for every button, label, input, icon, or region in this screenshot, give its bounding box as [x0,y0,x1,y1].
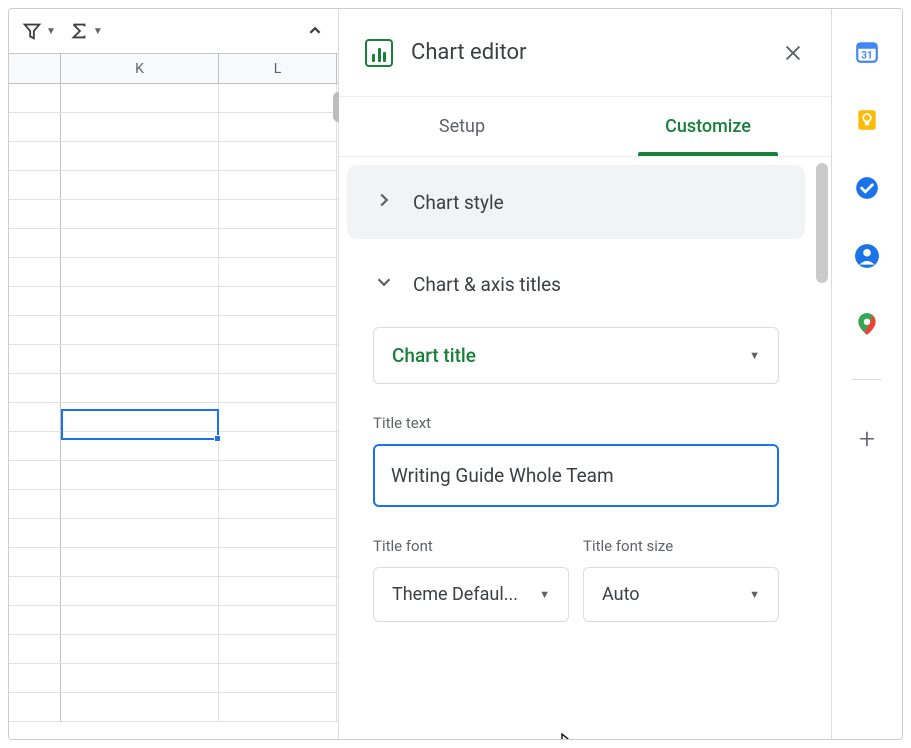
contacts-icon [854,243,880,269]
title-font-dropdown[interactable]: Theme Defaul... ▼ [373,567,569,622]
editor-header: Chart editor [339,9,831,97]
editor-body: Chart style Chart & axis titles Chart ti… [339,157,831,739]
chevron-down-icon [304,20,326,42]
column-header-k[interactable]: K [61,54,219,83]
dropdown-caret-icon: ▼ [93,26,103,37]
column-headers: K L [9,54,338,84]
calendar-icon: 31 [854,39,880,65]
title-selector-dropdown[interactable]: Chart title ▼ [373,327,779,384]
mouse-cursor-icon [561,733,579,739]
filter-button[interactable]: ▼ [19,16,58,46]
dropdown-value: Theme Defaul... [392,584,518,605]
title-text-label: Title text [373,414,779,432]
chart-editor-icon [365,39,393,67]
chevron-down-icon [373,271,395,297]
functions-button[interactable]: ▼ [66,16,105,46]
maps-icon [854,311,880,337]
section-header-chart-axis[interactable]: Chart & axis titles [373,271,779,297]
toolbar: ▼ ▼ [9,9,338,54]
title-font-label: Title font [373,537,569,555]
tab-setup[interactable]: Setup [339,97,585,156]
editor-scrollbar[interactable] [816,163,828,283]
spreadsheet-area: ▼ ▼ K L [9,9,339,739]
dropdown-value: Chart title [392,344,476,367]
tasks-icon [854,175,880,201]
keep-app-button[interactable] [854,107,880,133]
dropdown-caret-icon: ▼ [749,349,760,362]
dropdown-value: Auto [602,584,640,605]
maps-app-button[interactable] [854,311,880,337]
chevron-right-icon [373,189,395,215]
editor-tabs: Setup Customize [339,97,831,157]
column-header-l[interactable]: L [219,54,337,83]
title-font-size-dropdown[interactable]: Auto ▼ [583,567,779,622]
collapse-toolbar-button[interactable] [302,16,328,46]
section-chart-axis-titles: Chart & axis titles Chart title ▼ Title … [347,247,805,632]
add-addon-button[interactable]: + [859,422,875,455]
select-all-corner[interactable] [9,54,61,83]
title-text-input[interactable] [373,444,779,507]
section-chart-style[interactable]: Chart style [347,165,805,239]
rail-divider [852,379,882,380]
sigma-icon [68,20,90,42]
dropdown-caret-icon: ▼ [539,588,550,601]
chart-editor-panel: Chart editor Setup Customize Chart style [339,9,832,739]
section-title: Chart & axis titles [413,273,561,296]
title-font-size-label: Title font size [583,537,779,555]
keep-icon [854,107,880,133]
tab-customize[interactable]: Customize [585,97,831,156]
tasks-app-button[interactable] [854,175,880,201]
section-title: Chart style [413,191,504,214]
side-panel-rail: 31 [832,9,902,739]
dropdown-caret-icon: ▼ [749,588,760,601]
close-button[interactable] [781,41,805,65]
contacts-app-button[interactable] [854,243,880,269]
editor-title: Chart editor [411,40,763,65]
close-icon [782,42,804,64]
calendar-app-button[interactable]: 31 [854,39,880,65]
filter-icon [21,20,43,42]
svg-text:31: 31 [861,51,872,62]
cell-grid[interactable] [9,84,338,739]
dropdown-caret-icon: ▼ [46,26,56,37]
